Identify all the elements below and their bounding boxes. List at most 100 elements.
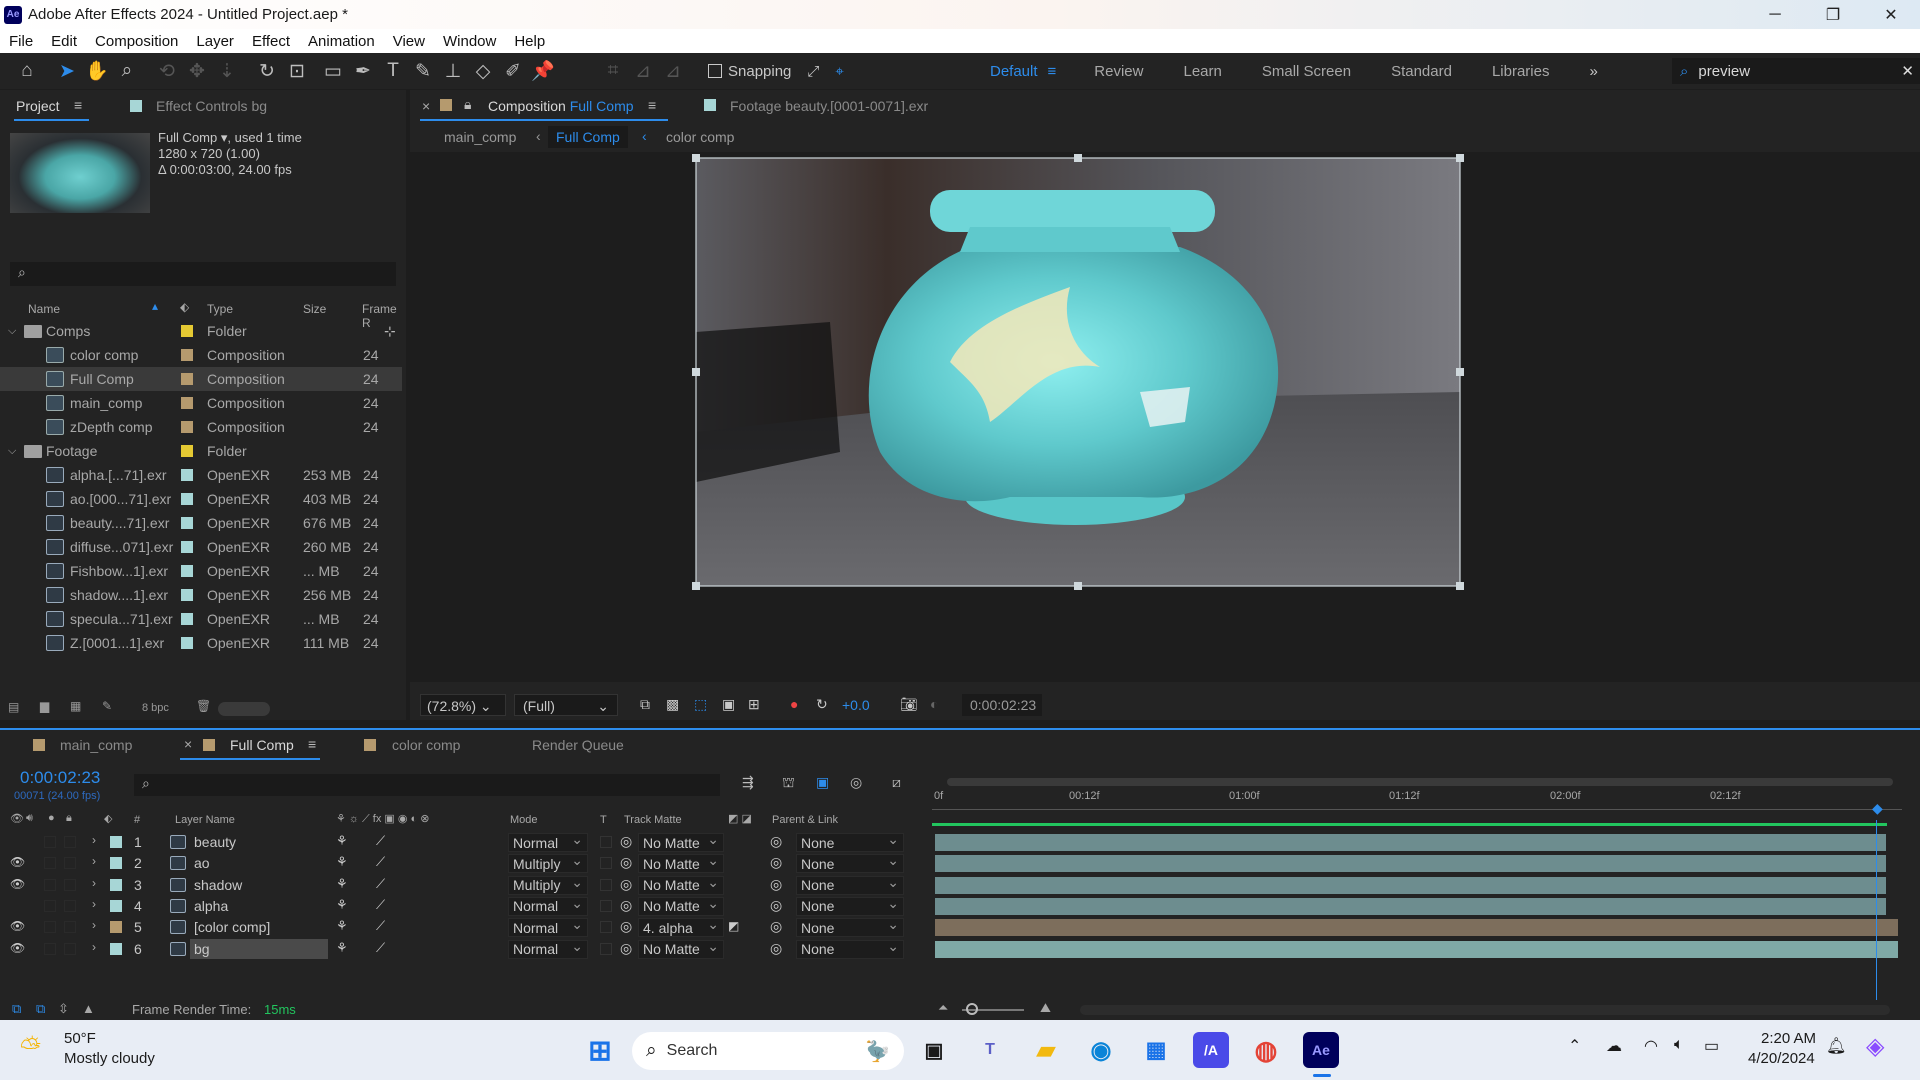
- lock-icon[interactable]: 🔒︎: [464, 96, 471, 113]
- file-explorer-icon[interactable]: ▰: [1028, 1032, 1064, 1068]
- folder-expand-icon[interactable]: ⌵: [8, 445, 16, 458]
- close-icon[interactable]: ✕: [1862, 0, 1920, 29]
- task-view-icon[interactable]: ▣: [916, 1032, 952, 1068]
- video-toggle-icon[interactable]: 👁︎: [10, 941, 25, 955]
- workspace-learn[interactable]: Learn: [1183, 63, 1221, 80]
- layer-duration-bar[interactable]: [935, 834, 1886, 851]
- show-hidden-icons-icon[interactable]: ⌃: [1568, 1036, 1581, 1056]
- parent-pickwhip-icon[interactable]: ◎: [770, 940, 782, 957]
- battery-icon[interactable]: ▭: [1704, 1036, 1719, 1056]
- eraser-tool-icon[interactable]: ◇: [468, 56, 498, 86]
- graph-editor-icon[interactable]: ⧄: [892, 774, 901, 791]
- shy-switch-icon[interactable]: ⚘: [336, 833, 348, 849]
- layer-name[interactable]: beauty: [190, 832, 328, 852]
- label-swatch[interactable]: [181, 565, 193, 577]
- layer-duration-bar[interactable]: [935, 919, 1898, 937]
- label-swatch[interactable]: [181, 517, 193, 529]
- edge-icon[interactable]: ◉: [1083, 1032, 1119, 1068]
- lock-switch[interactable]: [64, 942, 76, 955]
- matte-pickwhip-icon[interactable]: ◎: [620, 833, 632, 850]
- home-icon[interactable]: ⌂: [12, 56, 42, 86]
- folder-expand-icon[interactable]: ⌵: [8, 325, 16, 338]
- minimize-icon[interactable]: ─: [1746, 0, 1804, 29]
- track-matte-dropdown[interactable]: No Matte: [638, 831, 724, 852]
- twirl-expand-icon[interactable]: ›: [92, 940, 96, 954]
- layer-duration-bar[interactable]: [935, 940, 1898, 958]
- zoom-tool-icon[interactable]: ⌕: [112, 56, 142, 86]
- layer-name[interactable]: alpha: [190, 896, 328, 916]
- preserve-transparency-switch[interactable]: [600, 857, 612, 870]
- channel-icon[interactable]: ●: [790, 696, 798, 712]
- parent-pickwhip-icon[interactable]: ◎: [770, 833, 782, 850]
- layer-duration-bar[interactable]: [935, 876, 1886, 894]
- snapping-toggle[interactable]: Snapping ⤢ ⌖: [708, 63, 844, 80]
- matte-pickwhip-icon[interactable]: ◎: [620, 918, 632, 935]
- rotation-tool-icon[interactable]: ↻: [252, 56, 282, 86]
- menu-window[interactable]: Window: [434, 33, 505, 50]
- taskbar-search[interactable]: ⌕ Search 🦤: [632, 1032, 904, 1070]
- lock-switch[interactable]: [64, 921, 76, 934]
- lock-header-icon[interactable]: 🔒︎: [66, 812, 72, 825]
- menu-effect[interactable]: Effect: [243, 33, 299, 50]
- sort-ascending-icon[interactable]: ▴: [152, 299, 158, 313]
- crumb-color-comp[interactable]: color comp: [666, 129, 734, 145]
- layer-name[interactable]: [color comp]: [190, 917, 328, 937]
- track-matte-dropdown[interactable]: No Matte: [638, 852, 724, 874]
- menu-help[interactable]: Help: [505, 33, 554, 50]
- teams-icon[interactable]: T: [972, 1032, 1008, 1068]
- help-search-input[interactable]: preview: [1698, 63, 1750, 80]
- shy-switch-icon[interactable]: ⚘: [336, 897, 348, 913]
- solo-switch[interactable]: [44, 836, 56, 848]
- project-item[interactable]: Z.[0001...1].exr OpenEXR 111 MB 24: [0, 631, 402, 655]
- project-item[interactable]: diffuse...071].exr OpenEXR 260 MB 24: [0, 535, 402, 559]
- mask-visibility-icon[interactable]: ⬚: [694, 696, 707, 713]
- parent-dropdown[interactable]: None: [796, 831, 904, 852]
- matte-alpha-icon[interactable]: ◩: [728, 919, 739, 933]
- tab-main-comp[interactable]: main_comp: [60, 737, 132, 753]
- workspace-small-screen[interactable]: Small Screen: [1262, 63, 1351, 80]
- lock-switch[interactable]: [64, 899, 76, 912]
- col-layer-name[interactable]: Layer Name: [175, 814, 235, 826]
- hand-tool-icon[interactable]: ✋: [82, 56, 112, 86]
- shy-switch-icon[interactable]: ⚘: [336, 918, 348, 934]
- layer-name[interactable]: ao: [190, 853, 328, 873]
- fast-previews-icon[interactable]: ⧉: [640, 696, 650, 713]
- pan-behind-tool-icon[interactable]: ⊡: [282, 56, 312, 86]
- track-matte-dropdown[interactable]: No Matte: [638, 938, 724, 959]
- world-axis-icon[interactable]: ⊿: [628, 56, 658, 86]
- twirl-expand-icon[interactable]: ›: [92, 918, 96, 932]
- pan-camera-icon[interactable]: ✥: [182, 56, 212, 86]
- dolly-camera-icon[interactable]: ⇣: [212, 56, 242, 86]
- zoom-out-icon[interactable]: ⏶: [938, 1000, 948, 1016]
- workspace-review[interactable]: Review: [1094, 63, 1143, 80]
- expand-stretch-icon[interactable]: ⇳: [58, 1001, 69, 1017]
- tab-effect-controls[interactable]: Effect Controls bg: [156, 98, 267, 114]
- tab-full-comp[interactable]: Full Comp: [230, 737, 294, 753]
- col-mode[interactable]: Mode: [510, 814, 538, 826]
- copilot-icon[interactable]: ◈: [1866, 1032, 1884, 1061]
- layer-name[interactable]: shadow: [190, 875, 328, 895]
- crumb-main-comp[interactable]: main_comp: [444, 129, 516, 145]
- after-effects-taskbar-icon[interactable]: Ae: [1303, 1032, 1339, 1068]
- microsoft-store-icon[interactable]: ▦: [1138, 1032, 1174, 1068]
- blend-mode-dropdown[interactable]: Normal: [508, 938, 588, 959]
- close-comp-tab-icon[interactable]: ×: [422, 98, 430, 114]
- snap-target-icon[interactable]: ⌖: [835, 63, 843, 80]
- new-comp-icon[interactable]: ▦: [70, 699, 81, 713]
- parent-dropdown[interactable]: None: [796, 852, 904, 874]
- clone-stamp-tool-icon[interactable]: ⊥: [438, 56, 468, 86]
- lock-switch[interactable]: [64, 836, 76, 848]
- parent-dropdown[interactable]: None: [796, 874, 904, 895]
- composition-frame[interactable]: [410, 152, 1920, 682]
- roto-brush-tool-icon[interactable]: ✐: [498, 56, 528, 86]
- project-item[interactable]: ⌵ Footage Folder: [0, 439, 402, 463]
- quality-switch-icon[interactable]: ⟋: [376, 854, 385, 870]
- parent-pickwhip-icon[interactable]: ◎: [770, 897, 782, 914]
- work-area-bar[interactable]: [947, 778, 1893, 786]
- col-name[interactable]: Name: [28, 302, 60, 316]
- col-type[interactable]: Type: [207, 302, 233, 316]
- roi-icon[interactable]: ▣: [722, 696, 735, 713]
- workspace-default[interactable]: Default: [990, 63, 1038, 80]
- label-swatch[interactable]: [181, 469, 193, 481]
- exposure-value[interactable]: +0.0: [842, 697, 870, 713]
